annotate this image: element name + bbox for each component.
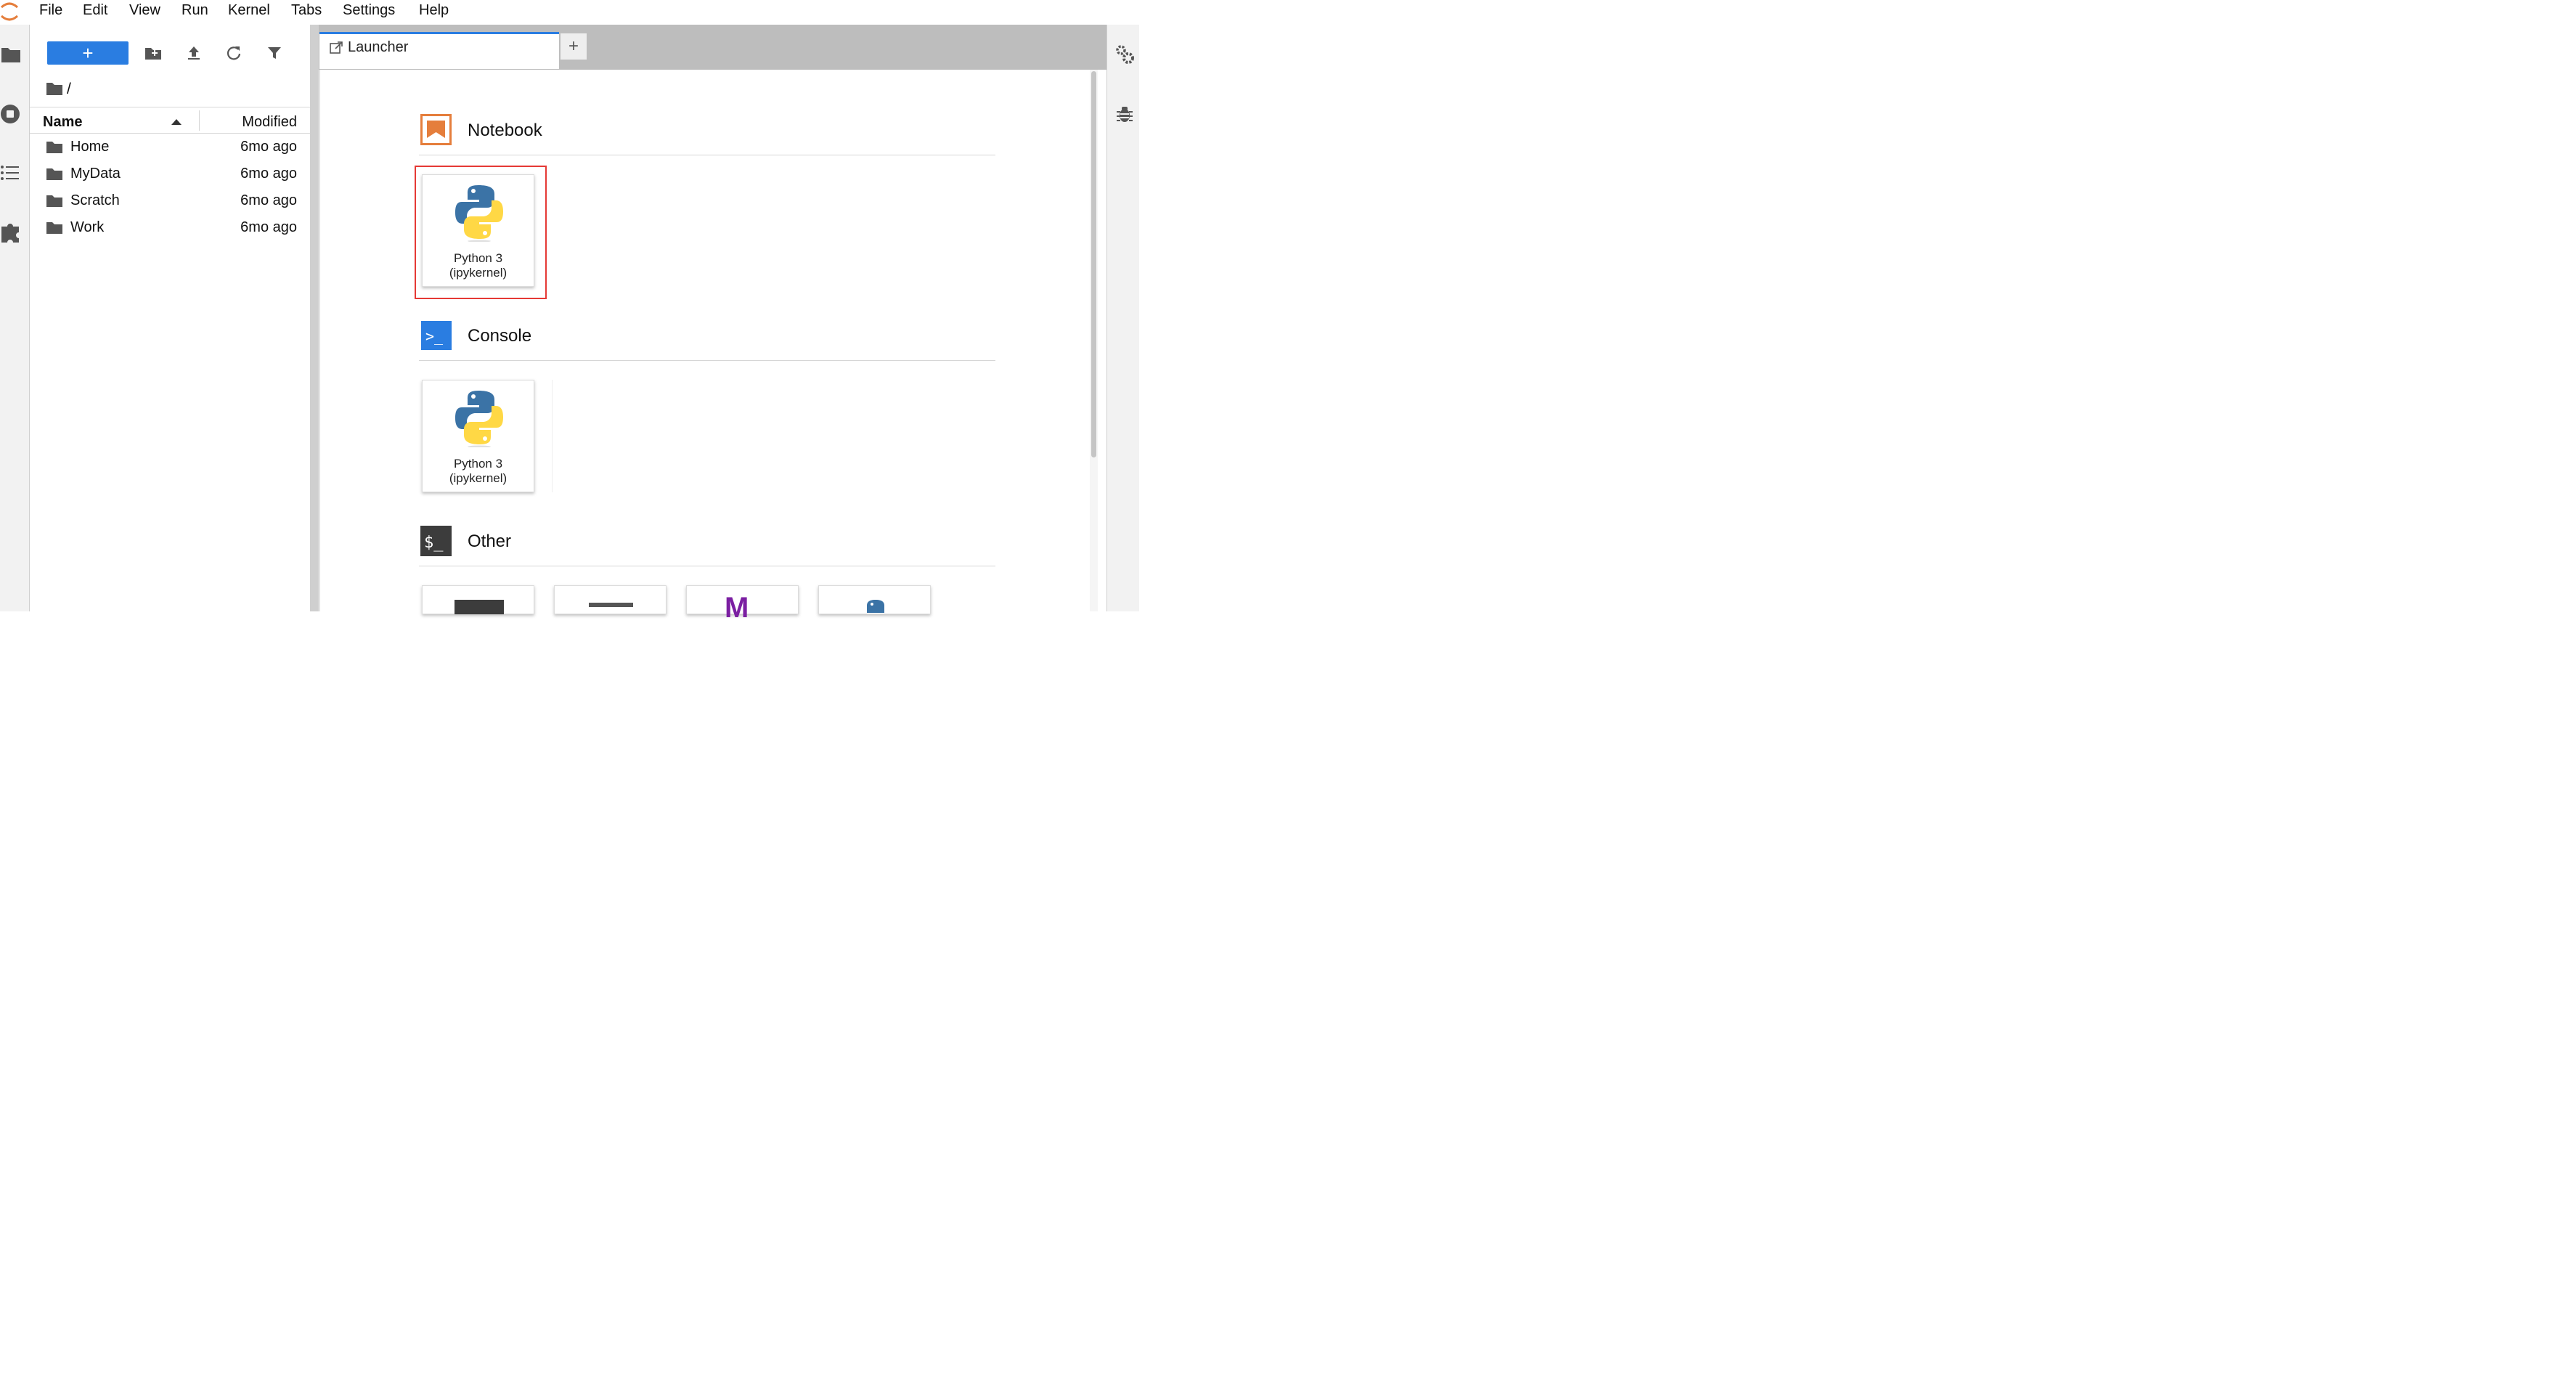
section-title-console: Console <box>468 326 532 346</box>
folder-icon <box>46 222 62 234</box>
text-file-icon <box>589 603 633 607</box>
refresh-icon[interactable] <box>224 44 243 62</box>
folder-icon[interactable] <box>1 46 20 62</box>
menu-bar: File Edit View Run Kernel Tabs Settings … <box>0 0 1138 25</box>
running-sessions-icon[interactable] <box>0 103 22 125</box>
menu-kernel[interactable]: Kernel <box>228 2 270 19</box>
jupyter-logo-icon[interactable] <box>0 1 19 23</box>
column-header-modified[interactable]: Modified <box>242 114 297 131</box>
plus-icon: + <box>568 36 579 56</box>
menu-run[interactable]: Run <box>182 2 208 19</box>
file-name: MyData <box>70 166 121 182</box>
console-python3-card[interactable]: Python 3 (ipykernel) <box>422 380 534 492</box>
console-icon-text: >_ <box>425 327 444 345</box>
debugger-bug-icon[interactable] <box>1116 105 1133 123</box>
section-title-notebook: Notebook <box>468 121 542 140</box>
menu-settings[interactable]: Settings <box>343 2 395 19</box>
notebook-section-icon <box>420 114 452 145</box>
text-file-card[interactable] <box>554 585 667 614</box>
menu-edit[interactable]: Edit <box>83 2 107 19</box>
folder-icon <box>46 168 62 180</box>
file-name: Home <box>70 139 110 155</box>
menu-tabs[interactable]: Tabs <box>291 2 322 19</box>
filter-icon[interactable] <box>265 44 284 62</box>
breadcrumb-path[interactable]: / <box>67 81 71 98</box>
file-modified: 6mo ago <box>240 166 297 182</box>
terminal-icon <box>455 600 504 614</box>
file-row-scratch[interactable]: Scratch 6mo ago <box>30 188 310 215</box>
python-logo-icon <box>455 185 503 242</box>
panel-splitter[interactable] <box>310 25 319 611</box>
file-row-home[interactable]: Home 6mo ago <box>30 134 310 161</box>
property-inspector-gears-icon[interactable] <box>1114 44 1135 65</box>
table-of-contents-icon[interactable] <box>0 164 20 182</box>
python-logo-icon <box>455 391 503 447</box>
file-row-mydata[interactable]: MyData 6mo ago <box>30 161 310 188</box>
new-launcher-button[interactable]: + <box>47 41 129 65</box>
terminal-card[interactable] <box>422 585 534 614</box>
extension-puzzle-icon[interactable] <box>0 222 22 244</box>
notebook-python3-card[interactable]: Python 3 (ipykernel) <box>422 174 534 287</box>
tab-label: Launcher <box>348 39 409 55</box>
menu-help[interactable]: Help <box>419 2 449 19</box>
file-modified: 6mo ago <box>240 192 297 208</box>
card-label: Python 3 (ipykernel) <box>449 251 508 280</box>
section-divider <box>419 360 995 361</box>
section-title-other: Other <box>468 532 512 551</box>
other-icon-text: $_ <box>424 534 444 552</box>
python-file-card[interactable] <box>818 585 931 614</box>
breadcrumb-folder-icon[interactable] <box>46 82 62 95</box>
add-tab-button[interactable]: + <box>560 33 587 60</box>
card-separator <box>552 380 553 492</box>
other-section-icon: $_ <box>420 526 452 556</box>
card-label: Python 3 (ipykernel) <box>449 457 508 485</box>
plus-icon: + <box>82 42 94 64</box>
markdown-icon: M <box>725 592 749 624</box>
folder-icon <box>46 195 62 207</box>
console-section-icon: >_ <box>421 321 452 350</box>
file-modified: 6mo ago <box>240 219 297 235</box>
menu-file[interactable]: File <box>39 2 62 19</box>
sort-ascending-icon[interactable] <box>171 119 182 125</box>
right-activity-bar <box>1106 25 1139 611</box>
menu-view[interactable]: View <box>129 2 160 19</box>
scrollbar-thumb[interactable] <box>1091 71 1096 457</box>
column-divider[interactable] <box>199 110 200 131</box>
file-name: Scratch <box>70 192 120 208</box>
file-name: Work <box>70 219 105 235</box>
new-folder-icon[interactable] <box>144 44 163 62</box>
upload-icon[interactable] <box>184 44 203 62</box>
left-activity-bar <box>0 25 30 611</box>
file-row-work[interactable]: Work 6mo ago <box>30 215 310 242</box>
tab-launcher[interactable]: Launcher <box>319 32 559 69</box>
file-modified: 6mo ago <box>240 139 297 155</box>
column-header-name[interactable]: Name <box>43 114 82 131</box>
markdown-file-card[interactable]: M <box>686 585 799 622</box>
python-file-icon <box>867 600 884 613</box>
launcher-tab-icon <box>330 41 343 54</box>
file-list-header: Name Modified <box>30 107 310 134</box>
folder-icon <box>46 142 62 153</box>
